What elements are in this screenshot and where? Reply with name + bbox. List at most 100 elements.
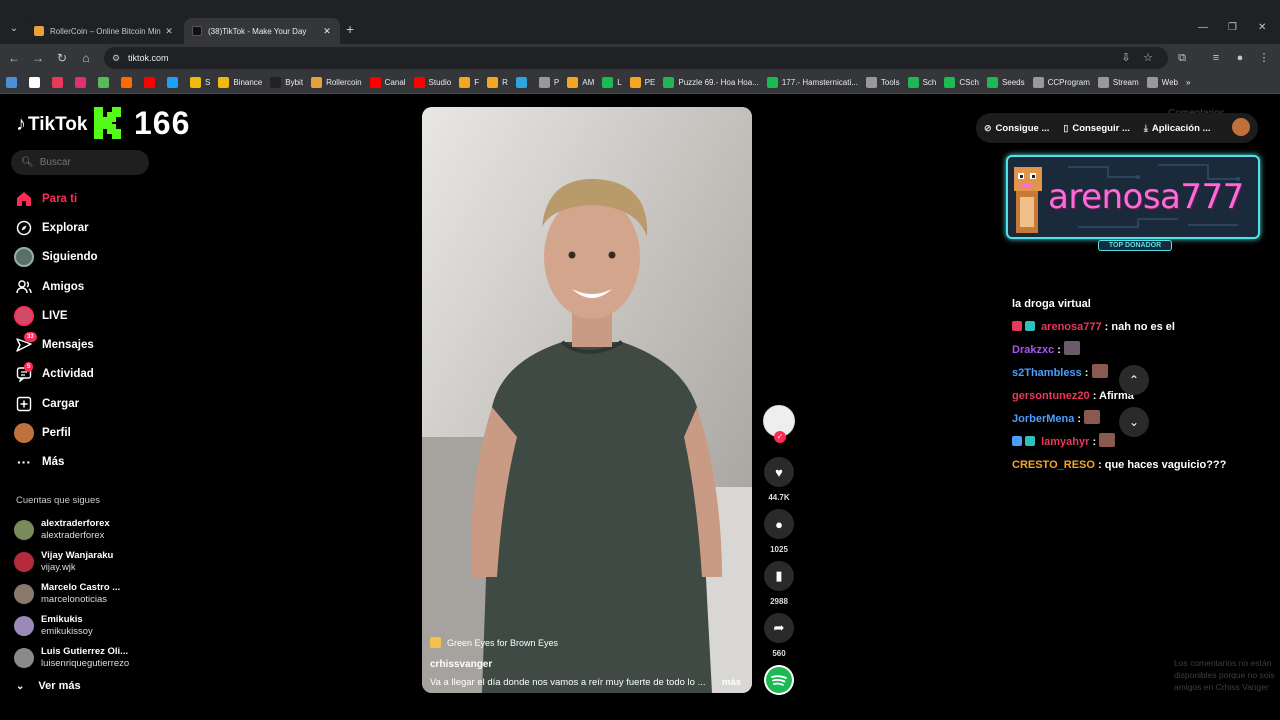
tiktok-logo[interactable]: ♪ TikTok [16, 113, 87, 136]
spotify-button[interactable] [762, 665, 796, 695]
previous-video-button[interactable]: ⌃ [1119, 365, 1149, 395]
bookmark-favicon-icon [1097, 77, 1109, 88]
close-tab-icon[interactable]: ✕ [164, 26, 174, 37]
bookmark-item[interactable]: P [538, 77, 559, 88]
nav-para-ti[interactable]: Para ti [14, 184, 154, 213]
nav-perfil[interactable]: Perfil [14, 418, 154, 447]
bookmark-item[interactable] [52, 77, 67, 88]
tab-rollercoin[interactable]: RollerCoin – Online Bitcoin Min ✕ [26, 18, 182, 44]
bookmark-item[interactable]: Sch [907, 77, 937, 88]
video-sound[interactable]: Green Eyes for Brown Eyes [430, 637, 558, 648]
bookmark-item[interactable]: Binance [218, 77, 262, 88]
media-icon[interactable]: ≡ [1208, 50, 1224, 66]
description-more-button[interactable]: más [722, 677, 741, 688]
extensions-icon[interactable]: ⧉ [1174, 50, 1190, 66]
nav-actividad[interactable]: Actividad 5 [14, 360, 154, 389]
user-avatar[interactable] [1232, 118, 1250, 136]
following-item[interactable]: Marcelo Castro ... marcelonoticias [14, 578, 154, 610]
author-avatar-button[interactable]: ✓ [762, 405, 796, 443]
bookmark-label: Bybit [285, 78, 304, 87]
tab-tiktok[interactable]: (38)TikTok - Make Your Day ✕ [184, 18, 340, 44]
get-coins-button[interactable]: ⊘ Consigue ... [984, 123, 1049, 134]
bookmark-item[interactable] [6, 77, 21, 88]
address-bar[interactable]: ⚙ tiktok.com [104, 47, 1168, 69]
nav-cargar[interactable]: Cargar [14, 389, 154, 418]
close-tab-icon[interactable]: ✕ [322, 26, 332, 37]
bookmark-item[interactable] [29, 77, 44, 88]
share-count: 560 [772, 649, 786, 658]
bookmark-item[interactable] [75, 77, 90, 88]
bookmark-item[interactable]: Web [1146, 77, 1178, 88]
bookmark-item[interactable] [167, 77, 182, 88]
nav-explorar[interactable]: Explorar [14, 213, 154, 242]
profile-extension-icon[interactable]: ● [1232, 50, 1248, 66]
menu-kebab-icon[interactable]: ⋮ [1256, 50, 1272, 66]
install-app-icon[interactable]: ⇩ [1118, 50, 1134, 66]
bookmark-item[interactable]: Tools [865, 77, 900, 88]
chat-message: s2Thambless : [1012, 362, 1212, 385]
bookmark-favicon-icon [218, 77, 230, 88]
following-item[interactable]: Vijay Wanjaraku vijay.wjk [14, 546, 154, 578]
bookmark-item[interactable]: Stream [1097, 77, 1139, 88]
back-icon[interactable]: ← [6, 50, 22, 66]
nav-siguiendo[interactable]: Siguiendo [14, 243, 154, 272]
like-button[interactable]: ♥ 44.7K [762, 457, 796, 502]
video-author[interactable]: crhissvanger [430, 659, 492, 670]
nav-label: Mensajes [42, 339, 94, 352]
bookmark-label: R [502, 78, 508, 87]
restore-icon[interactable]: ❐ [1228, 22, 1237, 33]
bookmark-item[interactable] [98, 77, 113, 88]
tiktok-favicon-icon [192, 26, 202, 36]
minimize-icon[interactable]: — [1198, 22, 1208, 33]
comment-button[interactable]: ● 1025 [762, 509, 796, 554]
home-icon[interactable]: ⌂ [78, 50, 94, 66]
bookmark-favicon-icon [167, 77, 178, 88]
bookmark-item[interactable] [121, 77, 136, 88]
bookmark-item[interactable]: Seeds [986, 77, 1025, 88]
bookmark-item[interactable]: F [459, 77, 479, 88]
bookmark-item[interactable]: 177.- Hamsternicati... [766, 77, 858, 88]
bookmark-item[interactable]: CCProgram [1032, 77, 1090, 88]
close-window-icon[interactable]: ✕ [1258, 22, 1266, 33]
bookmark-item[interactable]: R [487, 77, 508, 88]
bookmark-item[interactable] [144, 77, 159, 88]
bookmark-item[interactable]: AM [567, 77, 594, 88]
following-item[interactable]: Luis Gutierrez Oli... luisenriquegutierr… [14, 642, 154, 674]
forward-icon[interactable]: → [30, 50, 46, 66]
browser-tab-bar: ⌄ RollerCoin – Online Bitcoin Min ✕ (38)… [0, 0, 1280, 44]
search-box[interactable]: 🔍︎ [11, 150, 149, 175]
following-item[interactable]: Emikukis emikukissoy [14, 610, 154, 642]
bookmark-item[interactable]: L [602, 77, 622, 88]
reload-icon[interactable]: ↻ [54, 50, 70, 66]
bookmark-item[interactable] [515, 77, 531, 88]
bookmark-star-icon[interactable]: ☆ [1140, 50, 1156, 66]
nav-mensajes[interactable]: Mensajes 33 [14, 330, 154, 359]
tab-search-dropdown-icon[interactable]: ⌄ [6, 21, 22, 37]
site-settings-icon[interactable]: ⚙ [112, 53, 122, 63]
search-input[interactable] [39, 157, 140, 168]
save-button[interactable]: ▮ 2988 [762, 561, 796, 606]
nav-amigos[interactable]: Amigos [14, 272, 154, 301]
bookmark-item[interactable]: S [190, 77, 210, 88]
bookmark-item[interactable]: Puzzle 69.- Hoa Hoa... [663, 77, 759, 88]
following-item[interactable]: alextraderforex alextraderforex [14, 514, 154, 546]
bookmark-label: Stream [1112, 78, 1139, 87]
bookmarks-overflow-icon[interactable]: » [1186, 78, 1190, 87]
bookmark-item[interactable]: PE [629, 77, 655, 88]
desktop-app-button[interactable]: ⤓ Aplicación ... [1144, 123, 1211, 134]
nav-live[interactable]: LIVE [14, 301, 154, 330]
get-app-button[interactable]: ▯ Conseguir ... [1063, 123, 1130, 134]
bookmark-item[interactable]: Studio [413, 77, 451, 88]
follow-check-icon: ✓ [774, 431, 786, 443]
bookmark-item[interactable]: Rollercoin [311, 77, 362, 88]
nav-mas[interactable]: ··· Más [14, 448, 154, 477]
video-player[interactable]: Green Eyes for Brown Eyes crhissvanger V… [422, 107, 752, 693]
bookmark-item[interactable]: Canal [369, 77, 406, 88]
share-button[interactable]: ➦ 560 [762, 613, 796, 658]
next-video-button[interactable]: ⌄ [1119, 407, 1149, 437]
bookmark-item[interactable]: Bybit [270, 77, 303, 88]
bookmark-item[interactable]: CSch [944, 77, 979, 88]
new-tab-icon[interactable]: + [346, 21, 354, 37]
bookmark-label: Sch [922, 78, 937, 87]
ver-mas-button[interactable]: ⌄ Ver más [16, 680, 81, 692]
